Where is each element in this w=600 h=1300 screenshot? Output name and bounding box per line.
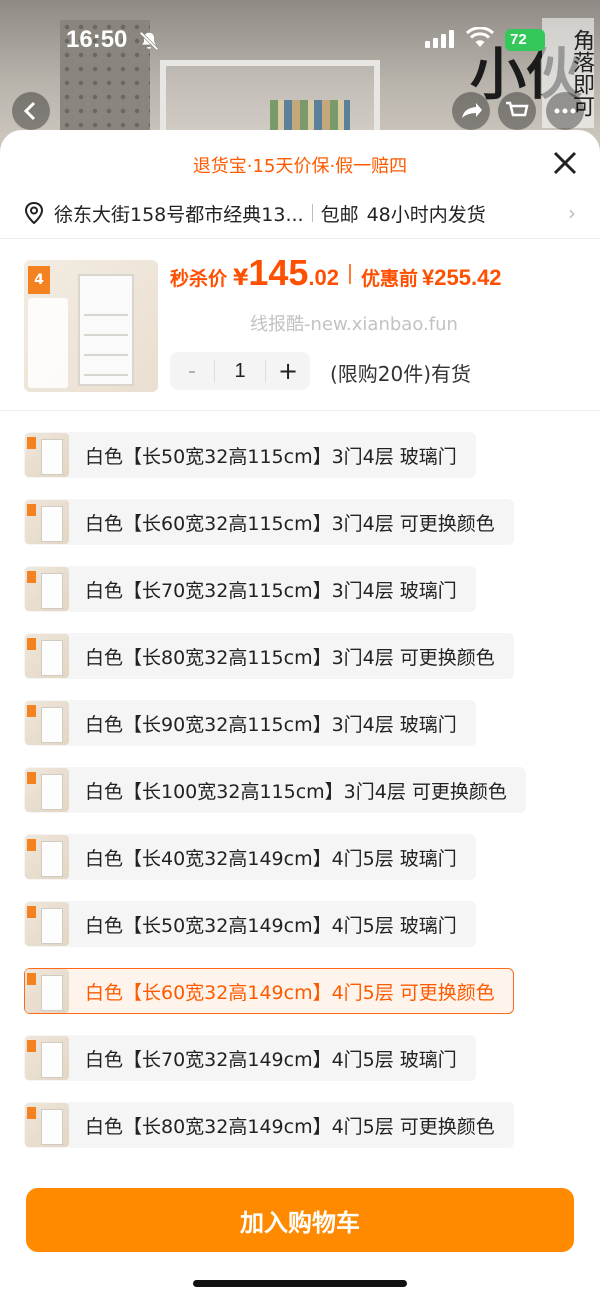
sku-option-thumbnail <box>25 701 69 745</box>
battery-level: 72 <box>510 31 527 48</box>
sku-option-thumbnail <box>25 433 69 477</box>
sku-option-thumbnail <box>25 634 69 678</box>
sku-option-label: 白色【长80宽32高149cm】4门5层 可更换颜色 <box>85 1115 495 1138</box>
guarantee-banner[interactable]: 退货宝·15天价保·假一赔四 <box>0 152 600 178</box>
location-pin-icon <box>24 202 44 224</box>
sku-option-label: 白色【长70宽32高115cm】3门4层 玻璃门 <box>85 579 457 602</box>
sku-option-thumbnail <box>25 969 69 1013</box>
sku-option[interactable]: 白色【长70宽32高115cm】3门4层 玻璃门 <box>24 566 476 612</box>
original-price-label: 优惠前 <box>361 268 419 290</box>
cabinet-image <box>78 274 134 386</box>
decrease-button[interactable]: - <box>170 359 214 384</box>
thumbnail-door-count-tag: 4 <box>28 266 50 294</box>
increase-button[interactable]: + <box>266 357 310 385</box>
cart-icon <box>506 101 529 117</box>
shipping-free-label: 包邮 <box>320 203 359 226</box>
more-button[interactable] <box>546 92 584 130</box>
divider <box>0 238 600 239</box>
sku-option-thumbnail <box>25 500 69 544</box>
sku-option-label: 白色【长50宽32高149cm】4门5层 玻璃门 <box>85 914 457 937</box>
add-to-cart-button[interactable]: 加入购物车 <box>26 1188 574 1252</box>
sku-option-label: 白色【长60宽32高149cm】4门5层 可更换颜色 <box>85 981 495 1004</box>
sku-option-label: 白色【长50宽32高115cm】3门4层 玻璃门 <box>85 445 457 468</box>
status-time: 16:50 <box>66 26 128 53</box>
delivery-address-row[interactable]: 徐东大街158号都市经典13... 包邮 48小时内发货 › <box>24 196 576 230</box>
price-decimal: .02 <box>308 265 339 290</box>
watermark: 线报酷-new.xianbao.fun <box>250 314 458 335</box>
price-currency: ¥ <box>233 266 249 291</box>
flash-price-label: 秒杀价 <box>170 268 228 290</box>
stock-status: (限购20件)有货 <box>330 362 472 386</box>
more-icon <box>554 108 576 114</box>
bell-muted-icon <box>139 31 159 51</box>
sku-option[interactable]: 白色【长70宽32高149cm】4门5层 玻璃门 <box>24 1035 476 1081</box>
share-button[interactable] <box>452 92 490 130</box>
sku-option-thumbnail <box>25 768 69 812</box>
signal-icon <box>425 30 454 48</box>
price-row: 秒杀价 ¥ 145 .02 优惠前 ¥255.42 <box>170 252 502 296</box>
sku-option[interactable]: 白色【长80宽32高149cm】4门5层 可更换颜色 <box>24 1102 514 1148</box>
quantity-stepper: - 1 + <box>170 352 310 390</box>
chevron-left-icon <box>23 101 36 121</box>
sku-option-label: 白色【长100宽32高115cm】3门4层 可更换颜色 <box>85 780 507 803</box>
battery-indicator: 72 <box>505 29 545 51</box>
product-thumbnail[interactable]: 4 <box>24 260 158 392</box>
sku-option-thumbnail <box>25 1036 69 1080</box>
status-bar: 16:50 72 <box>0 0 600 80</box>
sku-option[interactable]: 白色【长60宽32高115cm】3门4层 可更换颜色 <box>24 499 514 545</box>
chevron-right-icon: › <box>568 201 576 225</box>
sku-option[interactable]: 白色【长50宽32高115cm】3门4层 玻璃门 <box>24 432 476 478</box>
sku-option[interactable]: 白色【长100宽32高115cm】3门4层 可更换颜色 <box>24 767 526 813</box>
delivery-address: 徐东大街158号都市经典13... <box>54 203 304 226</box>
sku-option-label: 白色【长90宽32高115cm】3门4层 玻璃门 <box>85 713 457 736</box>
sku-option[interactable]: 白色【长50宽32高149cm】4门5层 玻璃门 <box>24 901 476 947</box>
sku-option-label: 白色【长60宽32高115cm】3门4层 可更换颜色 <box>85 512 495 535</box>
quantity-input[interactable]: 1 <box>214 359 266 383</box>
sku-selector-sheet: 退货宝·15天价保·假一赔四 徐东大街158号都市经典13... 包邮 48小时… <box>0 130 600 1300</box>
original-price: ¥255.42 <box>422 265 502 290</box>
sku-option[interactable]: 白色【长40宽32高149cm】4门5层 玻璃门 <box>24 834 476 880</box>
price-separator <box>349 264 351 284</box>
wifi-icon <box>466 27 494 47</box>
price-integer: 145 <box>248 252 309 293</box>
sku-option[interactable]: 白色【长60宽32高149cm】4门5层 可更换颜色 <box>24 968 514 1014</box>
sku-option-label: 白色【长40宽32高149cm】4门5层 玻璃门 <box>85 847 457 870</box>
sku-option[interactable]: 白色【长80宽32高115cm】3门4层 可更换颜色 <box>24 633 514 679</box>
thumbnail-spec-card <box>28 298 68 388</box>
sku-option-thumbnail <box>25 902 69 946</box>
shipping-time-label: 48小时内发货 <box>366 203 486 226</box>
sku-option-thumbnail <box>25 567 69 611</box>
books-image <box>270 100 350 130</box>
sku-option-thumbnail <box>25 835 69 879</box>
share-icon <box>462 103 482 118</box>
address-separator <box>311 204 313 222</box>
cart-button[interactable] <box>498 92 536 130</box>
home-indicator <box>193 1280 407 1287</box>
sku-option[interactable]: 白色【长90宽32高115cm】3门4层 玻璃门 <box>24 700 476 746</box>
sku-option-label: 白色【长80宽32高115cm】3门4层 可更换颜色 <box>85 646 495 669</box>
divider <box>0 410 600 411</box>
back-button[interactable] <box>12 92 50 130</box>
close-icon[interactable] <box>548 146 582 180</box>
sku-option-thumbnail <box>25 1103 69 1147</box>
sku-option-label: 白色【长70宽32高149cm】4门5层 玻璃门 <box>85 1048 457 1071</box>
